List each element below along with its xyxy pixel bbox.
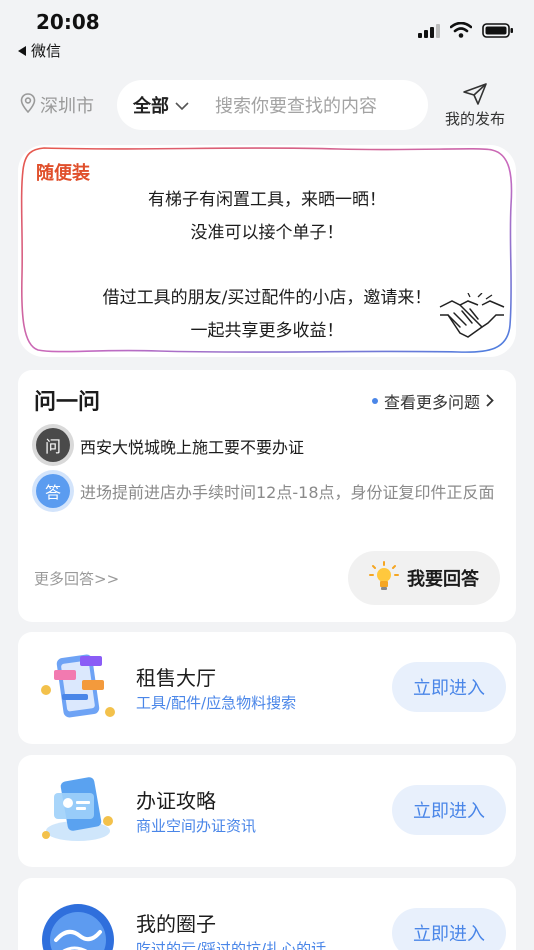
entry-title: 我的圈子 — [136, 912, 216, 936]
entry-subtitle: 吃过的亏/踩过的坑/扎心的话 — [136, 940, 327, 950]
city-selector[interactable]: 深圳市 — [20, 92, 94, 118]
chevron-down-icon — [175, 95, 189, 116]
category-dropdown[interactable]: 全部 — [133, 92, 189, 118]
answer-badge: 答 — [36, 474, 70, 508]
entry-card-permit[interactable]: 办证攻略 商业空间办证资讯 立即进入 — [18, 755, 516, 867]
answer-text[interactable]: 进场提前进店办手续时间12点-18点，身份证复印件正反面 — [80, 476, 496, 509]
status-time: 20:08 — [36, 10, 100, 34]
search-bar[interactable]: 全部 搜索你要查找的内容 — [117, 80, 428, 130]
entry-subtitle: 商业空间办证资讯 — [136, 817, 257, 835]
dot-icon — [371, 398, 378, 404]
my-circle-icon — [36, 896, 122, 950]
wifi-icon — [449, 21, 473, 42]
category-label: 全部 — [133, 96, 169, 117]
signal-icon — [418, 23, 440, 42]
answer-button-label: 我要回答 — [407, 569, 479, 590]
rental-hall-icon — [36, 650, 122, 726]
entry-title: 办证攻略 — [136, 789, 216, 813]
enter-button[interactable]: 立即进入 — [392, 662, 506, 712]
battery-icon — [482, 22, 514, 42]
qa-card: 问一问 查看更多问题 问 西安大悦城晚上施工要不要办证 答 进场提前进店办手续时… — [18, 370, 516, 622]
question-badge: 问 — [36, 428, 70, 462]
enter-button[interactable]: 立即进入 — [392, 908, 506, 950]
status-bar: 20:08 微信 — [0, 0, 534, 70]
send-plane-icon — [440, 82, 510, 108]
permit-guide-icon — [36, 773, 122, 849]
handshake-icon — [438, 292, 506, 345]
question-text[interactable]: 西安大悦城晚上施工要不要办证 — [80, 434, 304, 458]
lightbulb-icon — [369, 560, 399, 597]
chevron-right-icon — [486, 392, 494, 411]
banner-tag: 随便装 — [36, 163, 90, 184]
enter-button[interactable]: 立即进入 — [392, 785, 506, 835]
location-pin-icon — [20, 92, 36, 118]
system-icons — [418, 21, 514, 42]
search-input[interactable]: 搜索你要查找的内容 — [215, 92, 377, 118]
promo-banner[interactable]: 随便装 有梯子有闲置工具，来晒一晒！ 没准可以接个单子！ 借过工具的朋友/买过配… — [18, 145, 516, 357]
back-triangle-icon — [18, 42, 27, 60]
more-questions-label: 查看更多问题 — [383, 393, 480, 412]
my-publish-button[interactable]: 我的发布 — [440, 82, 510, 129]
back-app-label: 微信 — [31, 42, 62, 60]
back-to-wechat[interactable]: 微信 — [18, 40, 61, 61]
entry-title: 租售大厅 — [136, 666, 216, 690]
my-publish-label: 我的发布 — [444, 110, 505, 128]
city-label: 深圳市 — [40, 96, 94, 117]
entry-subtitle: 工具/配件/应急物料搜索 — [136, 694, 297, 712]
header-bar: 深圳市 全部 搜索你要查找的内容 我的发布 — [0, 78, 534, 132]
entry-card-rental[interactable]: 租售大厅 工具/配件/应急物料搜索 立即进入 — [18, 632, 516, 744]
qa-title: 问一问 — [34, 390, 101, 415]
more-answers-link[interactable]: 更多回答>> — [34, 568, 119, 589]
entry-card-circle[interactable]: 我的圈子 吃过的亏/踩过的坑/扎心的话 立即进入 — [18, 878, 516, 950]
banner-line-1: 有梯子有闲置工具，来晒一晒！ — [148, 190, 386, 210]
banner-line-2: 没准可以接个单子！ — [190, 223, 344, 243]
more-questions-link[interactable]: 查看更多问题 — [371, 389, 494, 413]
answer-button[interactable]: 我要回答 — [348, 551, 500, 605]
